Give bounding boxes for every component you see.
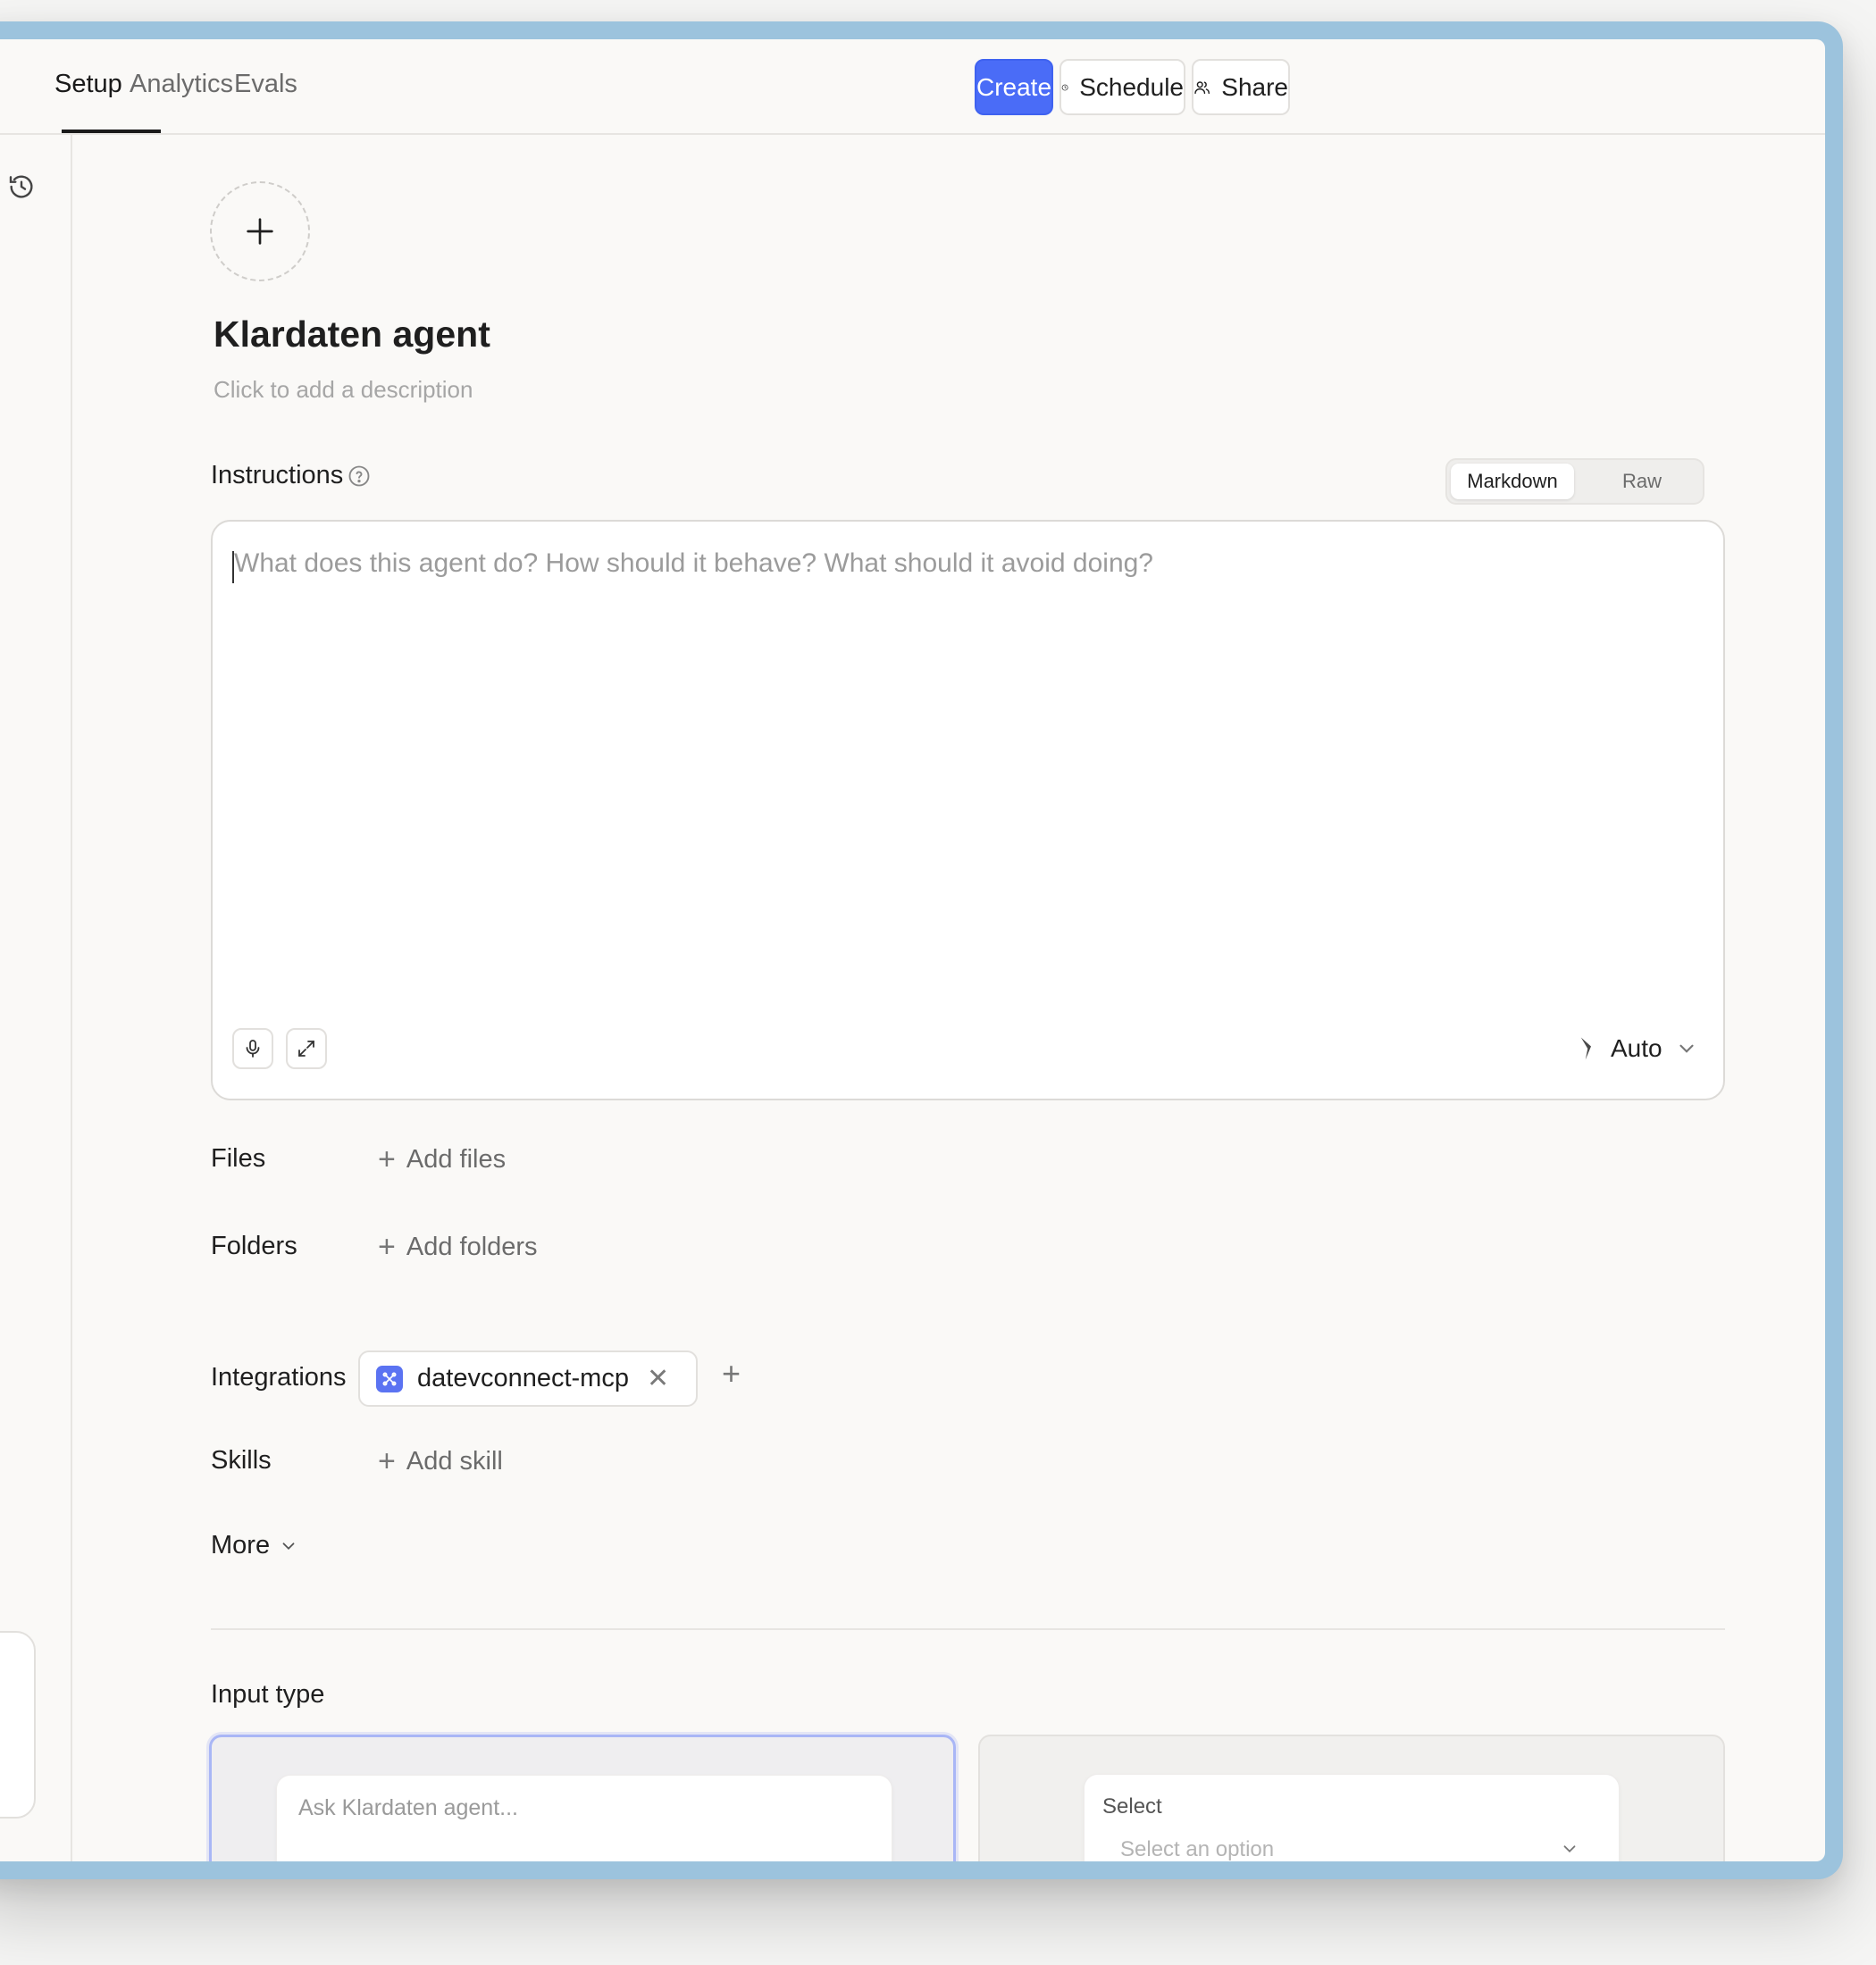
add-files-label: Add files	[406, 1144, 507, 1174]
model-icon	[1580, 1037, 1591, 1060]
add-files-button[interactable]: + Add files	[378, 1144, 506, 1175]
more-toggle[interactable]: More	[211, 1531, 298, 1560]
select-preview: Select Select an option	[1084, 1774, 1620, 1861]
input-type-label: Input type	[211, 1680, 325, 1709]
add-skill-label: Add skill	[406, 1446, 503, 1476]
select-preview-placeholder: Select an option	[1120, 1837, 1275, 1861]
share-button-label: Share	[1221, 72, 1288, 101]
left-rail	[0, 135, 72, 1861]
remove-integration-icon[interactable]: ✕	[647, 1363, 669, 1394]
app-window: Setup Analytics Evals Create Schedule Sh…	[0, 39, 1825, 1861]
chat-preview: Ask Klardaten agent...	[276, 1775, 892, 1861]
expand-button[interactable]	[286, 1028, 327, 1069]
files-label: Files	[211, 1144, 266, 1173]
instructions-editor[interactable]: What does this agent do? How should it b…	[211, 520, 1725, 1100]
model-selector-label: Auto	[1611, 1034, 1662, 1062]
chevron-down-icon	[282, 1542, 295, 1550]
create-button-label: Create	[976, 72, 1052, 101]
add-skill-button[interactable]: + Add skill	[378, 1446, 503, 1476]
chevron-down-icon	[1563, 1845, 1576, 1853]
schedule-button[interactable]: Schedule	[1059, 59, 1185, 115]
agent-description[interactable]: Click to add a description	[214, 376, 473, 404]
add-folders-button[interactable]: + Add folders	[378, 1232, 538, 1262]
chat-preview-placeholder: Ask Klardaten agent...	[298, 1795, 518, 1820]
agent-name[interactable]: Klardaten agent	[214, 314, 490, 355]
tab-analytics[interactable]: Analytics	[130, 70, 233, 99]
plus-icon: +	[378, 1230, 396, 1264]
instructions-label: Instructions	[211, 461, 344, 489]
schedule-button-label: Schedule	[1079, 72, 1184, 101]
active-tab-indicator	[62, 130, 161, 133]
folders-label: Folders	[211, 1232, 297, 1260]
plus-icon: +	[378, 1444, 396, 1478]
skills-label: Skills	[211, 1446, 272, 1475]
plus-icon	[247, 218, 273, 245]
add-integration-icon[interactable]: +	[722, 1355, 741, 1392]
model-selector[interactable]: Auto	[1575, 1026, 1698, 1071]
tab-setup[interactable]: Setup	[54, 70, 122, 99]
rail-panel	[0, 1631, 36, 1819]
plus-icon: +	[378, 1142, 396, 1176]
integration-name: datevconnect-mcp	[417, 1364, 629, 1392]
microphone-icon	[246, 1040, 260, 1058]
input-type-select-option[interactable]: Select Select an option	[978, 1735, 1725, 1861]
raw-option[interactable]: Raw	[1581, 464, 1703, 499]
format-toggle: Markdown Raw	[1445, 458, 1704, 505]
more-label: More	[211, 1531, 271, 1559]
history-icon[interactable]	[7, 172, 36, 201]
integrations-label: Integrations	[211, 1363, 347, 1392]
top-bar: Setup Analytics Evals Create Schedule Sh…	[0, 39, 1825, 135]
chevron-down-icon	[1679, 1044, 1694, 1053]
input-type-chat-option[interactable]: Ask Klardaten agent...	[209, 1735, 956, 1861]
main-content: Klardaten agent Click to add a descripti…	[72, 135, 1825, 1861]
clock-icon	[1061, 84, 1068, 90]
integration-chip[interactable]: datevconnect-mcp ✕	[358, 1350, 698, 1407]
select-preview-label: Select	[1102, 1794, 1162, 1819]
create-button[interactable]: Create	[975, 59, 1053, 115]
tab-evals[interactable]: Evals	[234, 70, 297, 99]
share-button[interactable]: Share	[1192, 59, 1290, 115]
integration-icon	[376, 1365, 403, 1392]
users-icon	[1194, 80, 1210, 94]
markdown-option[interactable]: Markdown	[1451, 464, 1574, 499]
add-avatar-button[interactable]	[210, 181, 310, 281]
dictate-button[interactable]	[232, 1028, 273, 1069]
add-folders-label: Add folders	[406, 1232, 538, 1261]
expand-icon	[298, 1041, 314, 1057]
instructions-placeholder: What does this agent do? How should it b…	[234, 548, 1153, 578]
help-icon[interactable]	[347, 464, 372, 489]
section-divider	[211, 1628, 1725, 1630]
